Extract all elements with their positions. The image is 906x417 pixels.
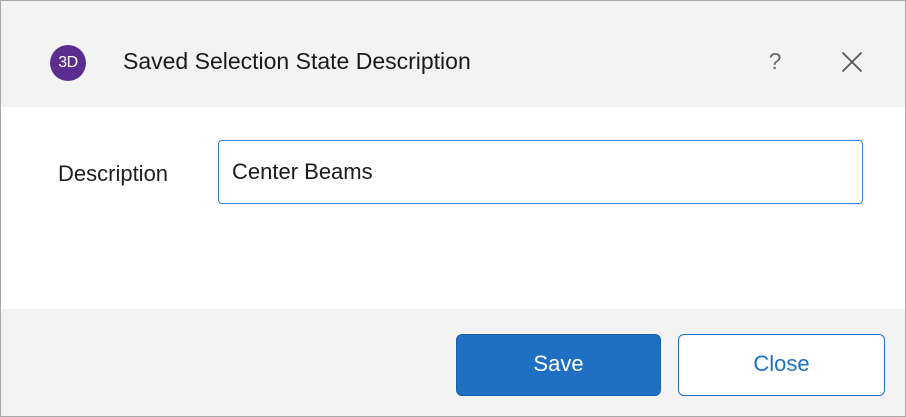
dialog-title: Saved Selection State Description [123,48,471,74]
help-button[interactable]: ? [761,43,789,79]
description-input[interactable] [218,140,863,204]
dialog-window: 3D Saved Selection State Description ? D… [0,0,906,417]
close-icon [842,52,862,72]
dialog-body: Description [1,107,905,309]
dialog-footer: Save Close [1,309,905,416]
description-label: Description [58,161,169,186]
save-button[interactable]: Save [456,334,661,396]
close-window-button[interactable] [837,47,867,77]
title-bar: 3D Saved Selection State Description ? [1,1,905,107]
app-logo-icon: 3D [50,45,86,81]
close-button[interactable]: Close [678,334,885,396]
